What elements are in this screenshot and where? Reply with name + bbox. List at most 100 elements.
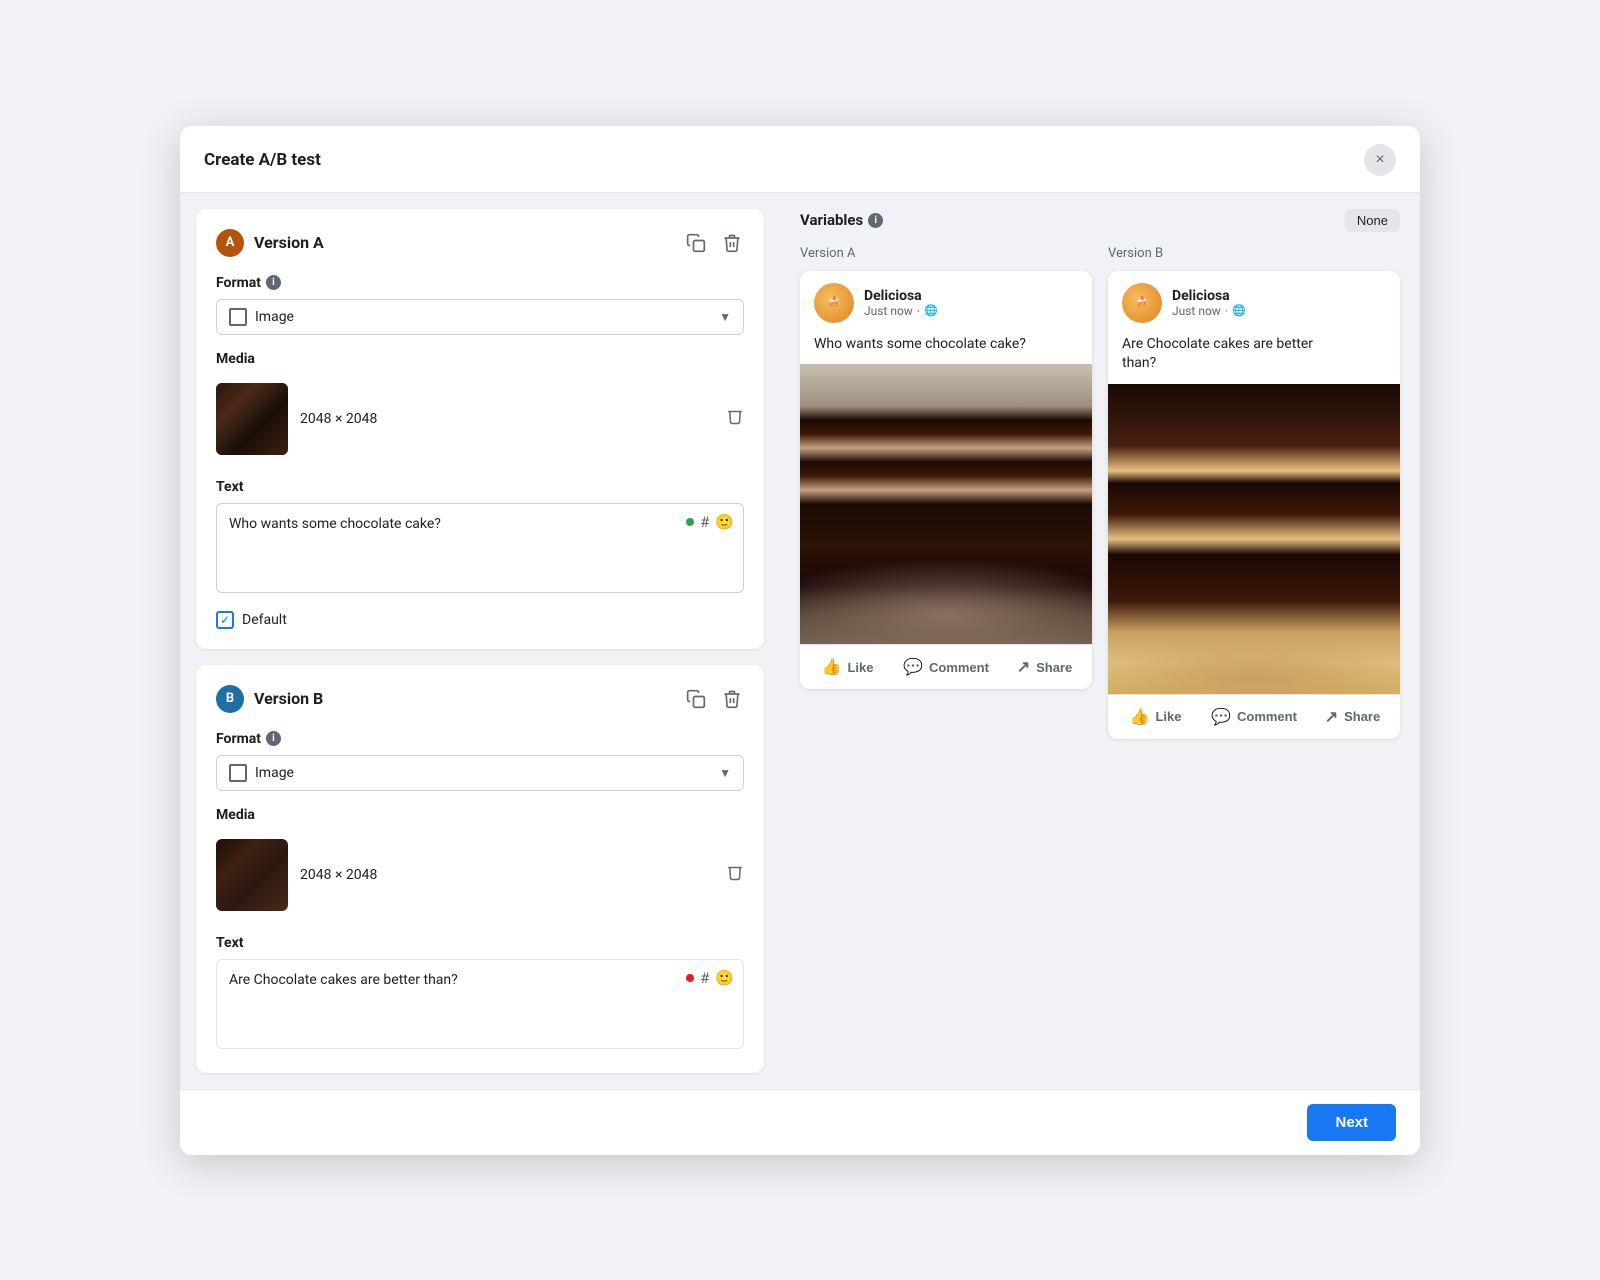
version-b-title: Version B — [254, 689, 323, 708]
format-chevron-icon: ▼ — [719, 310, 731, 324]
version-a-default-checkbox[interactable]: ✓ Default — [216, 611, 744, 629]
version-b-thumbnail — [216, 839, 288, 911]
left-panel: A Version A — [180, 193, 780, 1089]
version-a-post-meta: Just now · 🌐 — [864, 304, 1078, 318]
version-a-thumbnail — [216, 383, 288, 455]
version-b-media-size: 2048 × 2048 — [300, 867, 714, 883]
variables-info-icon: i — [868, 213, 883, 228]
version-a-header: A Version A — [216, 229, 744, 257]
version-a-default-label: Default — [242, 612, 287, 628]
modal-header: Create A/B test × — [180, 126, 1420, 193]
image-b-format-icon — [229, 764, 247, 782]
version-a-text-label: Text — [216, 479, 744, 495]
version-a-share-button[interactable]: ↗ Share — [997, 649, 1092, 685]
format-b-info-icon: i — [266, 731, 281, 746]
version-a-media-label: Media — [216, 351, 744, 367]
version-a-actions — [684, 231, 744, 255]
version-b-text-input[interactable]: Are Chocolate cakes are better than? — [216, 959, 744, 1049]
version-a-post-actions: 👍 Like 💬 Comment ↗ Share — [800, 644, 1092, 689]
variables-title: Variables i — [800, 211, 883, 229]
version-b-label: B Version B — [216, 685, 323, 713]
version-a-text-container: Who wants some chocolate cake? # 🙂 — [216, 503, 744, 597]
version-a-post-header: 🍰 Deliciosa Just now · 🌐 — [800, 271, 1092, 331]
version-a-format-select[interactable]: Image ▼ — [216, 299, 744, 335]
version-a-page-name: Deliciosa — [864, 288, 1078, 304]
format-b-chevron-icon: ▼ — [719, 766, 731, 780]
version-a-media-section: Media 2048 × 2048 — [216, 351, 744, 463]
version-a-format-value: Image — [255, 309, 294, 325]
preview-columns: Version A 🍰 Deliciosa Just now · — [800, 246, 1400, 739]
version-a-post-image — [800, 364, 1092, 644]
variables-none-button[interactable]: None — [1345, 209, 1400, 232]
version-b-share-button[interactable]: ↗ Share — [1305, 699, 1400, 735]
modal-footer: Next — [180, 1089, 1420, 1155]
version-b-preview-column: Version B 🍰 Deliciosa Just now · — [1108, 246, 1400, 739]
version-a-badge: A — [216, 229, 244, 257]
format-info-icon: i — [266, 275, 281, 290]
version-a-label: A Version A — [216, 229, 324, 257]
version-a-text-input[interactable]: Who wants some chocolate cake? — [216, 503, 744, 593]
version-b-status-dot — [686, 974, 694, 982]
next-button[interactable]: Next — [1307, 1104, 1396, 1141]
version-b-delete-button[interactable] — [720, 687, 744, 711]
version-b-comment-button[interactable]: 💬 Comment — [1203, 699, 1305, 735]
version-b-format-value: Image — [255, 765, 294, 781]
version-b-emoji-icon[interactable]: 🙂 — [715, 969, 734, 987]
version-a-media-size: 2048 × 2048 — [300, 411, 714, 427]
version-b-post-header: 🍰 Deliciosa Just now · 🌐 — [1108, 271, 1400, 331]
version-b-post-image — [1108, 384, 1400, 694]
version-a-emoji-icon[interactable]: 🙂 — [715, 513, 734, 531]
version-a-status-dot — [686, 518, 694, 526]
version-a-preview-column: Version A 🍰 Deliciosa Just now · — [800, 246, 1092, 739]
version-b-text-label: Text — [216, 935, 744, 951]
version-b-text-container: Are Chocolate cakes are better than? # 🙂 — [216, 959, 744, 1053]
preview-b-label: Version B — [1108, 246, 1400, 261]
version-b-media-label: Media — [216, 807, 744, 823]
like-icon-a: 👍 — [822, 657, 842, 677]
version-b-post-meta: Just now · 🌐 — [1172, 304, 1386, 318]
version-b-like-button[interactable]: 👍 Like — [1108, 699, 1203, 735]
preview-a-label: Version A — [800, 246, 1092, 261]
version-b-media-section: Media 2048 × 2048 — [216, 807, 744, 919]
version-b-format-label: Format i — [216, 731, 744, 747]
version-b-post-text: Are Chocolate cakes are betterthan? — [1108, 331, 1400, 384]
version-a-delete-button[interactable] — [720, 231, 744, 255]
version-a-page-info: Deliciosa Just now · 🌐 — [864, 288, 1078, 318]
version-b-header: B Version B — [216, 685, 744, 713]
version-b-duplicate-button[interactable] — [684, 687, 708, 711]
version-a-duplicate-button[interactable] — [684, 231, 708, 255]
version-a-media-preview: 2048 × 2048 — [216, 375, 744, 463]
version-a-format-label: Format i — [216, 275, 744, 291]
version-b-post-actions: 👍 Like 💬 Comment ↗ Share — [1108, 694, 1400, 739]
image-format-icon — [229, 308, 247, 326]
default-checkmark-icon: ✓ — [216, 611, 234, 629]
version-b-page-avatar: 🍰 — [1122, 283, 1162, 323]
globe-icon-a: 🌐 — [924, 304, 938, 317]
version-a-media-delete-button[interactable] — [726, 407, 744, 430]
version-b-post-card: 🍰 Deliciosa Just now · 🌐 — [1108, 271, 1400, 739]
version-a-card: A Version A — [196, 209, 764, 649]
version-a-post-text: Who wants some chocolate cake? — [800, 331, 1092, 365]
version-b-hash-icon[interactable]: # — [700, 969, 709, 987]
version-b-page-name: Deliciosa — [1172, 288, 1386, 304]
comment-icon-b: 💬 — [1211, 707, 1231, 727]
version-a-page-avatar: 🍰 — [814, 283, 854, 323]
ab-test-modal: Create A/B test × A Version A — [180, 126, 1420, 1155]
version-a-comment-button[interactable]: 💬 Comment — [895, 649, 997, 685]
close-button[interactable]: × — [1364, 144, 1396, 176]
version-a-like-button[interactable]: 👍 Like — [800, 649, 895, 685]
version-b-actions — [684, 687, 744, 711]
version-b-badge: B — [216, 685, 244, 713]
globe-icon-b: 🌐 — [1232, 304, 1246, 317]
modal-title: Create A/B test — [204, 150, 321, 170]
comment-icon-a: 💬 — [903, 657, 923, 677]
like-icon-b: 👍 — [1130, 707, 1150, 727]
variables-header: Variables i None — [800, 209, 1400, 232]
version-a-post-card: 🍰 Deliciosa Just now · 🌐 — [800, 271, 1092, 690]
version-a-hash-icon[interactable]: # — [700, 513, 709, 531]
version-b-format-select[interactable]: Image ▼ — [216, 755, 744, 791]
right-panel: Variables i None Version A 🍰 — [780, 193, 1420, 1089]
version-b-media-delete-button[interactable] — [726, 863, 744, 886]
version-b-card: B Version B — [196, 665, 764, 1073]
version-b-page-info: Deliciosa Just now · 🌐 — [1172, 288, 1386, 318]
